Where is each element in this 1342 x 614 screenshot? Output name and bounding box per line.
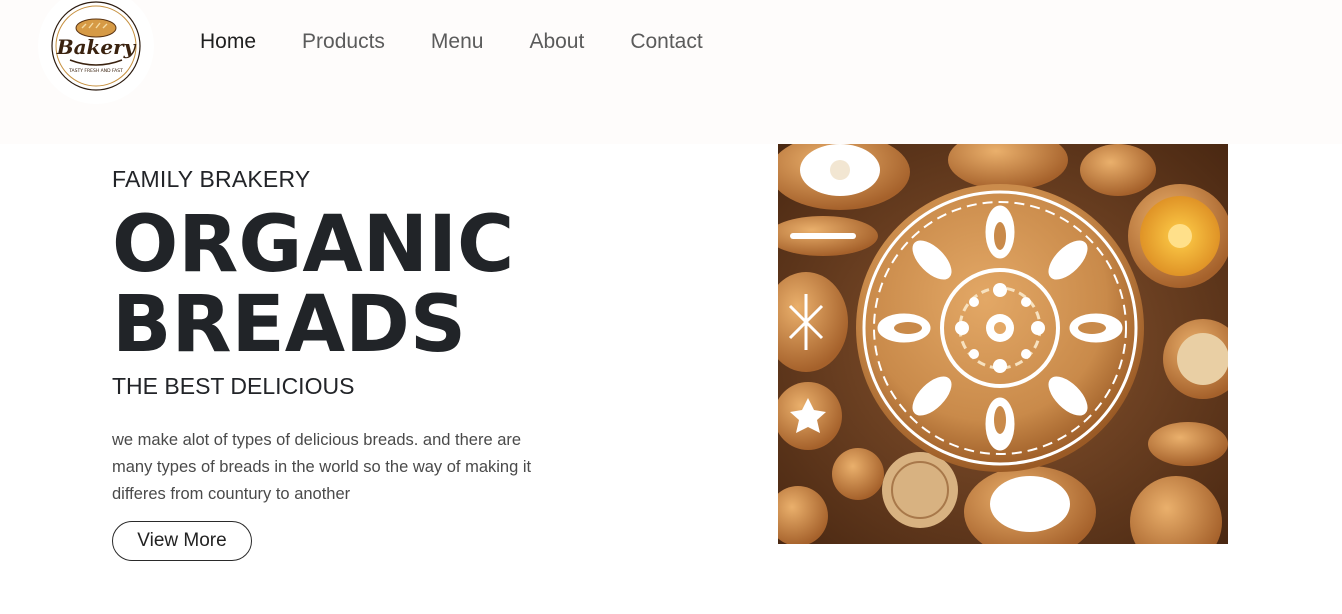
headline-line-1: ORGANIC — [112, 200, 515, 290]
hero-subhead: THE BEST DELICIOUS — [112, 373, 355, 399]
hero-headline: ORGANIC BREADS — [112, 205, 572, 365]
nav-about[interactable]: About — [529, 28, 584, 56]
nav-contact[interactable]: Contact — [630, 28, 702, 56]
svg-text:Bakery: Bakery — [56, 35, 137, 59]
nav-menu[interactable]: Menu — [431, 28, 484, 56]
svg-text:TASTY FRESH AND FAST: TASTY FRESH AND FAST — [68, 68, 123, 74]
decorated-bread-image — [778, 144, 1228, 544]
hero-text: FAMILY BRAKERY ORGANIC BREADS THE BEST D… — [112, 165, 572, 508]
hero-image — [778, 144, 1228, 544]
main-nav: Home Products Menu About Contact — [200, 28, 749, 56]
nav-home[interactable]: Home — [200, 28, 256, 56]
bakery-logo[interactable]: Bakery TASTY FRESH AND FAST — [38, 0, 154, 104]
bread-logo-icon: Bakery TASTY FRESH AND FAST — [51, 1, 141, 91]
hero-eyebrow: FAMILY BRAKERY — [112, 166, 311, 192]
nav-products[interactable]: Products — [302, 28, 385, 56]
hero-description: we make alot of types of delicious bread… — [112, 431, 532, 503]
view-more-button[interactable]: View More — [112, 521, 252, 561]
site-header: Bakery TASTY FRESH AND FAST Home Product… — [0, 0, 1342, 144]
headline-line-2: BREADS — [112, 280, 467, 370]
